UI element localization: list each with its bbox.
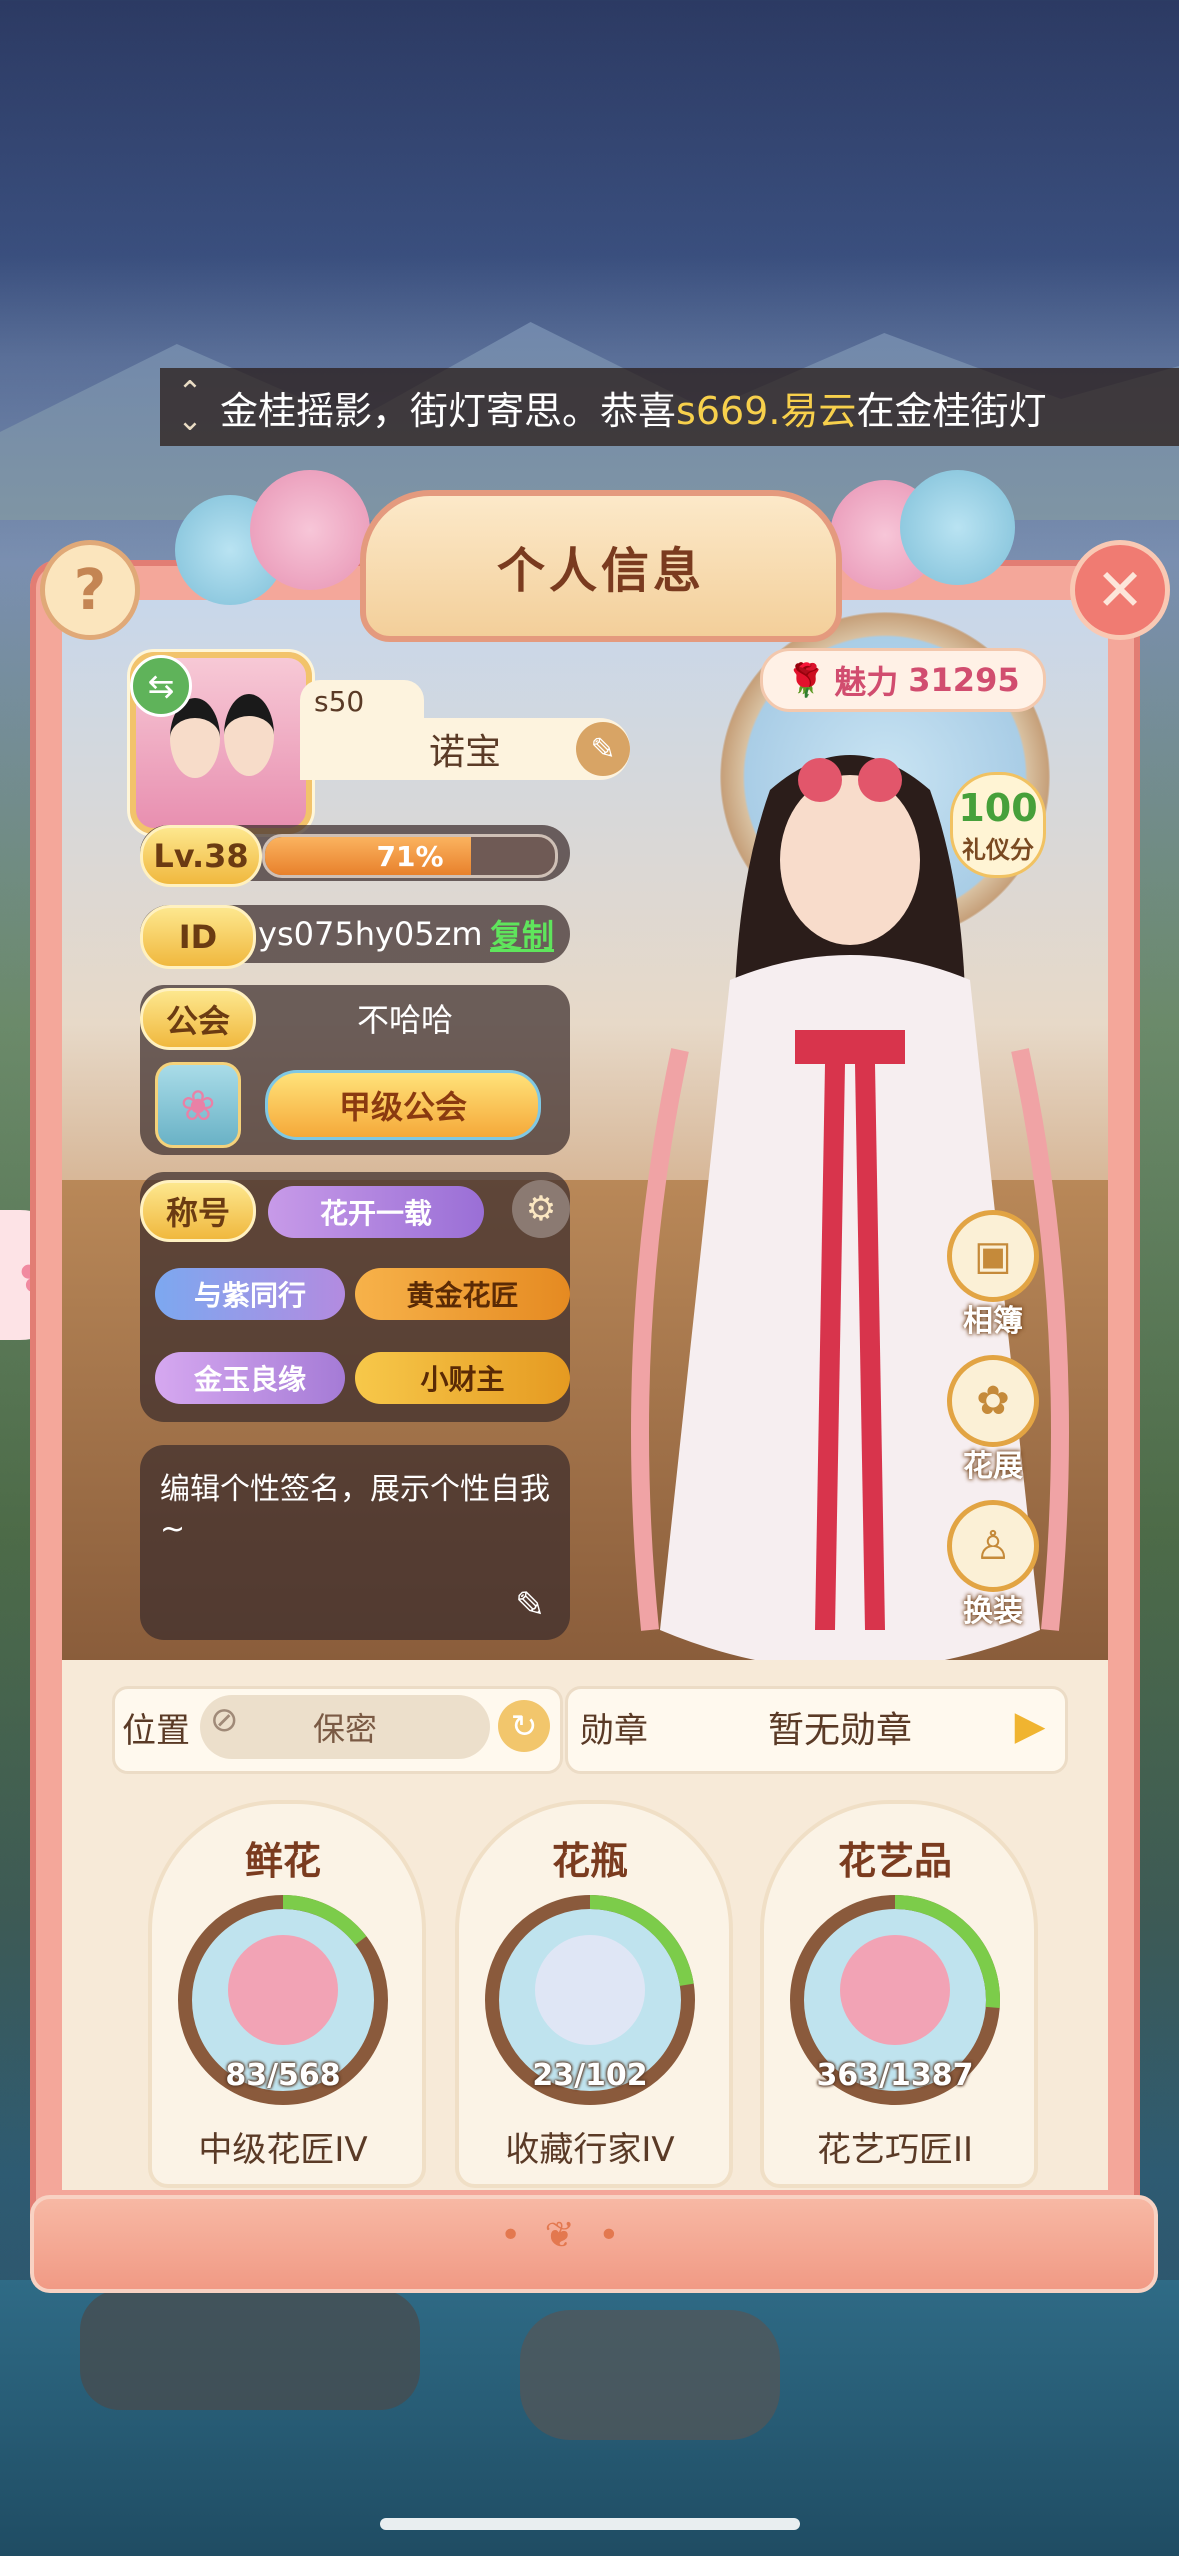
title-badge[interactable]: 花开一载: [268, 1186, 484, 1238]
rose-icon: 🌹: [786, 661, 827, 699]
refresh-location-icon[interactable]: ↻: [498, 1700, 550, 1752]
title-badge[interactable]: 金玉良缘: [155, 1352, 345, 1404]
guild-name[interactable]: 不哈哈: [280, 990, 530, 1046]
charm-badge[interactable]: 🌹 魅力 31295: [760, 648, 1046, 712]
collection-rank: 花艺巧匠II: [816, 2130, 974, 2170]
marquee-text-after: 在金桂街灯: [856, 388, 1047, 433]
picture-icon: ▣: [947, 1210, 1039, 1302]
flower-icon: ✿: [947, 1355, 1039, 1447]
guild-label: 公会: [140, 988, 256, 1050]
server-label: s50: [300, 680, 424, 722]
change-outfit-button[interactable]: ♙ 换装: [947, 1500, 1039, 1630]
copy-id-button[interactable]: 复制: [490, 905, 554, 963]
home-indicator[interactable]: [380, 2518, 800, 2530]
level-badge: Lv.38: [140, 825, 262, 887]
marquee-arrows-icon: ⌃ ⌄: [177, 375, 203, 438]
level-progress-bar: 71%: [262, 834, 558, 878]
collection-count: 83/568: [225, 2058, 341, 2093]
collection-count: 363/1387: [816, 2058, 974, 2093]
id-label: ID: [140, 905, 256, 969]
decorative-ornament: • ❦ •: [500, 2215, 626, 2256]
guild-rank-badge: 甲级公会: [265, 1070, 541, 1140]
title-badge[interactable]: 小财主: [355, 1352, 570, 1404]
switch-avatar-icon[interactable]: ⇆: [130, 655, 192, 717]
title-badge[interactable]: 黄金花匠: [355, 1268, 570, 1320]
avatar-figure: [224, 694, 274, 776]
id-value: ys075hy05zm: [258, 915, 483, 953]
location-value[interactable]: 保密: [200, 1695, 490, 1759]
album-button[interactable]: ▣ 相簿: [947, 1210, 1039, 1340]
hidden-eye-icon: ⊘: [210, 1700, 239, 1740]
collection-title: 鲜花: [244, 1839, 321, 1883]
bouquet-icon: [228, 1935, 338, 2045]
medal-label: 勋章: [580, 1710, 648, 1751]
yarn-ball-decoration: [250, 470, 370, 590]
edit-signature-icon[interactable]: ✎: [515, 1585, 545, 1626]
collection-count: 23/102: [532, 2058, 648, 2093]
etiquette-value: 100: [958, 785, 1038, 830]
change-outfit-label: 换装: [963, 1594, 1023, 1629]
collection-rank: 中级花匠IV: [198, 2130, 368, 2170]
collection-title: 花艺品: [837, 1839, 952, 1883]
help-icon[interactable]: ?: [40, 540, 140, 640]
album-label: 相簿: [963, 1304, 1023, 1339]
flower-show-button[interactable]: ✿ 花展: [947, 1355, 1039, 1485]
flower-show-label: 花展: [963, 1449, 1023, 1484]
rock-decoration: [520, 2310, 780, 2440]
signature-text: 编辑个性签名，展示个性自我~: [160, 1472, 550, 1547]
bouquet-icon: [840, 1935, 950, 2045]
rock-decoration: [80, 2290, 420, 2410]
panel-title-banner: 个人信息: [360, 490, 842, 642]
lotus-guild-icon[interactable]: ❀: [155, 1062, 241, 1148]
yarn-ball-decoration: [900, 470, 1015, 585]
vase-icon: [535, 1935, 645, 2045]
marquee-text: 金桂摇影，街灯寄思。恭喜: [220, 388, 677, 433]
announcement-marquee: ⌃ ⌄ 金桂摇影，街灯寄思。恭喜 s669.易云 在金桂街灯: [160, 368, 1179, 446]
chevron-right-icon[interactable]: ▶: [1010, 1700, 1050, 1752]
marquee-highlight: s669.易云: [676, 388, 857, 433]
level-progress-text: 71%: [376, 839, 444, 873]
close-icon[interactable]: ✕: [1070, 540, 1170, 640]
charm-label: 魅力: [834, 663, 899, 701]
medal-value: 暂无勋章: [767, 1710, 912, 1751]
etiquette-score[interactable]: 100 礼仪分: [950, 772, 1046, 878]
location-label: 位置: [122, 1710, 190, 1751]
panel-title: 个人信息: [496, 543, 705, 599]
title-label: 称号: [140, 1180, 256, 1242]
etiquette-label: 礼仪分: [962, 835, 1034, 864]
collection-title: 花瓶: [551, 1839, 628, 1883]
title-badge[interactable]: 与紫同行: [155, 1268, 345, 1320]
dress-icon: ♙: [947, 1500, 1039, 1592]
charm-value: 31295: [908, 661, 1020, 699]
collection-rank: 收藏行家IV: [505, 2130, 675, 2170]
settings-gear-icon[interactable]: ⚙: [512, 1180, 570, 1238]
